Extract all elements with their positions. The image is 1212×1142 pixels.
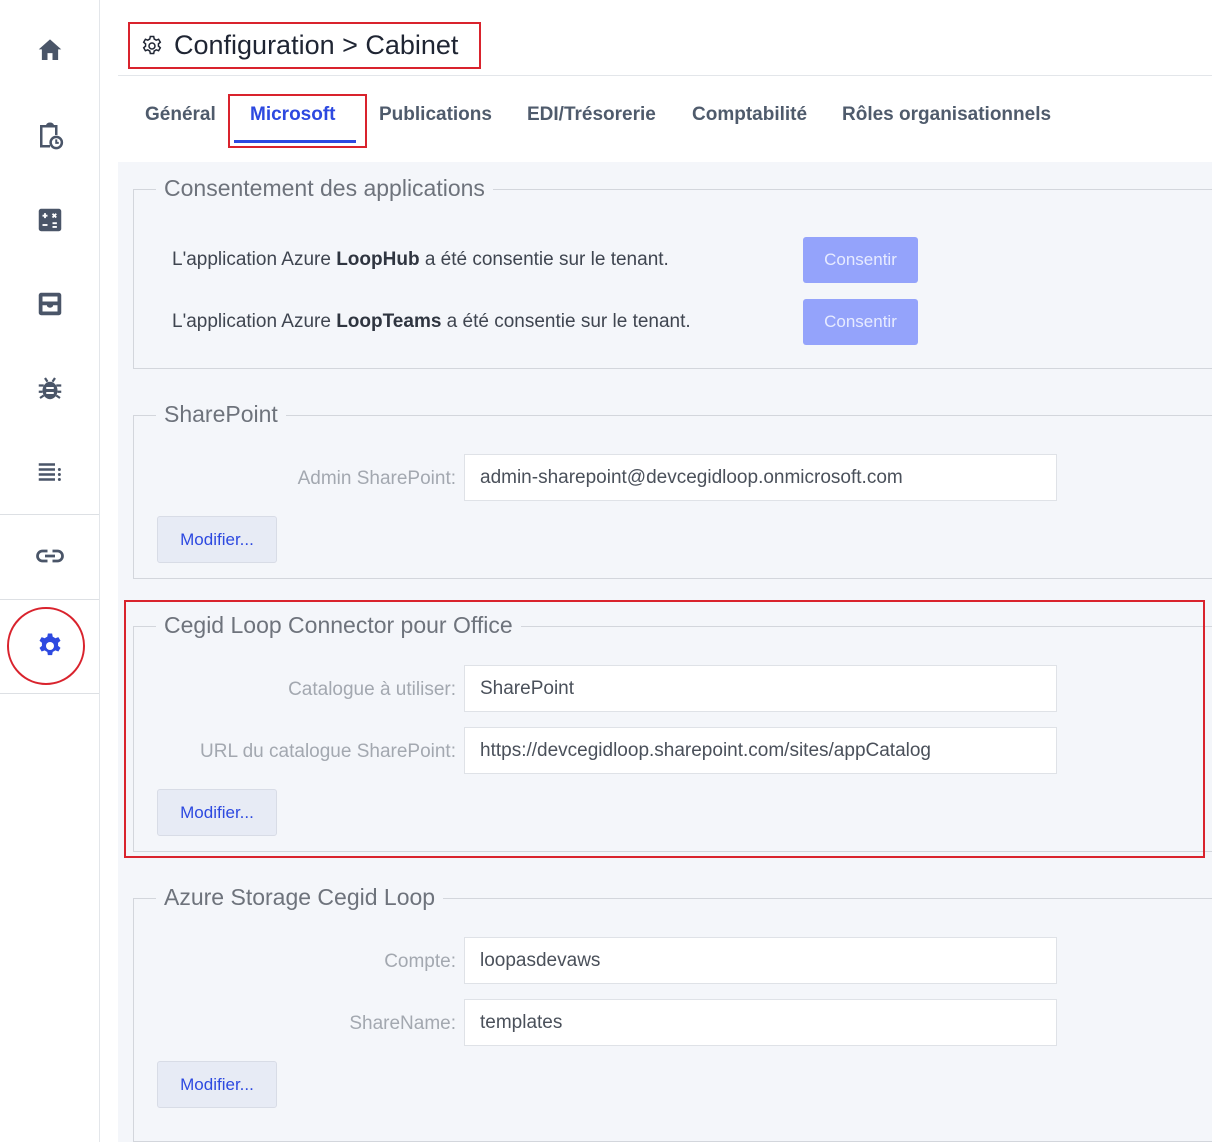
bug-icon: [38, 377, 62, 400]
admin-sharepoint-label: Admin SharePoint:: [297, 468, 456, 489]
consent-section: Consentement des applications L'applicat…: [133, 175, 1212, 369]
link-icon: [36, 549, 64, 563]
storage-modify-button[interactable]: Modifier...: [157, 1061, 277, 1108]
gear-outline-icon: [142, 35, 162, 54]
tab-general[interactable]: Général: [145, 104, 216, 126]
nav-calculator[interactable]: [0, 190, 100, 250]
sharepoint-section: SharePoint Admin SharePoint: admin-share…: [133, 401, 1212, 579]
nav-tasks[interactable]: [0, 105, 100, 165]
title-bar: Configuration > Cabinet: [118, 14, 1212, 76]
consent-loophub-button[interactable]: Consentir: [803, 237, 918, 283]
tab-edi-tresorerie[interactable]: EDI/Trésorerie: [527, 104, 656, 126]
consent-row-loopteams: L'application Azure LoopTeams a été cons…: [172, 311, 691, 332]
tab-comptabilite[interactable]: Comptabilité: [692, 104, 807, 126]
nav-divider: [0, 599, 99, 600]
app-name: LoopTeams: [336, 311, 442, 332]
nav-links[interactable]: [0, 526, 100, 586]
home-icon: [38, 39, 62, 60]
nav-home[interactable]: [0, 20, 100, 80]
account-field[interactable]: loopasdevaws: [464, 937, 1057, 984]
tab-publications[interactable]: Publications: [379, 104, 492, 126]
section-legend: SharePoint: [156, 401, 286, 428]
nav-bugs[interactable]: [0, 358, 100, 418]
sharepoint-modify-button[interactable]: Modifier...: [157, 516, 277, 563]
page-title-box: Configuration > Cabinet: [128, 22, 481, 69]
connector-highlight-box: [124, 600, 1205, 858]
main-content: Configuration > Cabinet Général Microsof…: [118, 14, 1212, 1142]
account-label: Compte:: [384, 951, 456, 972]
tab-bar: Général Microsoft Publications EDI/Tréso…: [118, 76, 1212, 162]
admin-sharepoint-field[interactable]: admin-sharepoint@devcegidloop.onmicrosof…: [464, 454, 1057, 501]
calculator-icon: [38, 208, 62, 232]
consent-loopteams-button[interactable]: Consentir: [803, 299, 918, 345]
tab-roles-organisationnels[interactable]: Rôles organisationnels: [842, 104, 1051, 126]
sidebar: [0, 0, 100, 1142]
nav-divider: [0, 514, 99, 515]
active-highlight-ring: [7, 607, 85, 685]
section-legend: Consentement des applications: [156, 175, 493, 202]
consent-row-loophub: L'application Azure LoopHub a été consen…: [172, 249, 669, 270]
page-title: Configuration > Cabinet: [174, 30, 459, 60]
tab-highlight-box: [228, 94, 367, 148]
storage-section: Azure Storage Cegid Loop Compte: loopasd…: [133, 884, 1212, 1142]
section-legend: Azure Storage Cegid Loop: [156, 884, 444, 911]
sharename-field[interactable]: templates: [464, 999, 1057, 1046]
app-name: LoopHub: [336, 249, 420, 270]
nav-list[interactable]: [0, 442, 100, 502]
nav-inbox[interactable]: [0, 274, 100, 334]
sharename-label: ShareName:: [349, 1013, 456, 1034]
list-icon: [38, 463, 61, 481]
nav-divider: [0, 693, 99, 694]
clipboard-clock-icon: [40, 122, 64, 150]
inbox-tray-icon: [38, 292, 62, 316]
